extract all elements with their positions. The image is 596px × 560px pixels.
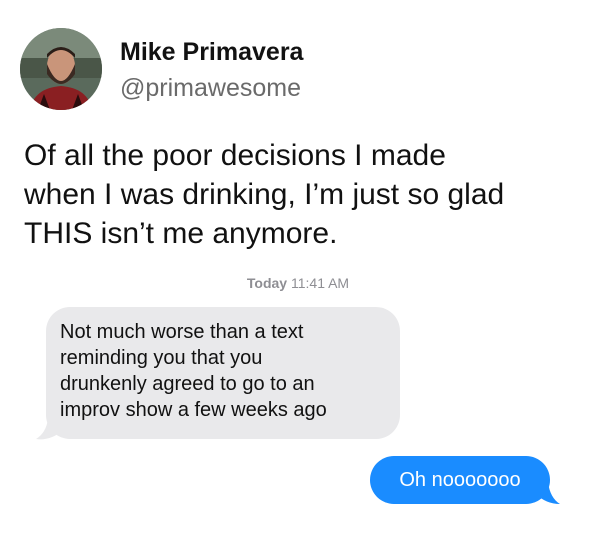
received-line: drunkenly agreed to go to an <box>60 373 315 395</box>
received-line: Not much worse than a text <box>60 321 304 343</box>
avatar-photo <box>20 28 102 110</box>
sent-bubble: Oh nooooooo <box>370 456 550 504</box>
tweet-line: Of all the poor decisions I made <box>24 139 446 172</box>
tweet-body: Of all the poor decisions I made when I … <box>24 136 580 253</box>
tweet-header: Mike Primavera @primawesome <box>20 28 580 112</box>
message-timestamp: Today 11:41 AM <box>0 275 596 291</box>
received-line: improv show a few weeks ago <box>60 399 327 421</box>
author-handle[interactable]: @primawesome <box>120 74 301 103</box>
author-name[interactable]: Mike Primavera <box>120 38 303 67</box>
avatar[interactable] <box>20 28 102 110</box>
timestamp-day: Today <box>246 275 288 291</box>
received-message[interactable]: Not much worse than a text reminding you… <box>36 307 400 440</box>
received-line: reminding you that you <box>60 347 263 369</box>
tweet-line: THIS isn’t me anymore. <box>24 217 338 250</box>
tweet-line: when I was drinking, I’m just so glad <box>24 178 505 211</box>
sent-message[interactable]: Oh nooooooo <box>370 456 560 504</box>
received-bubble: Not much worse than a text reminding you… <box>46 307 400 439</box>
timestamp-time: 11:41 AM <box>290 275 350 291</box>
